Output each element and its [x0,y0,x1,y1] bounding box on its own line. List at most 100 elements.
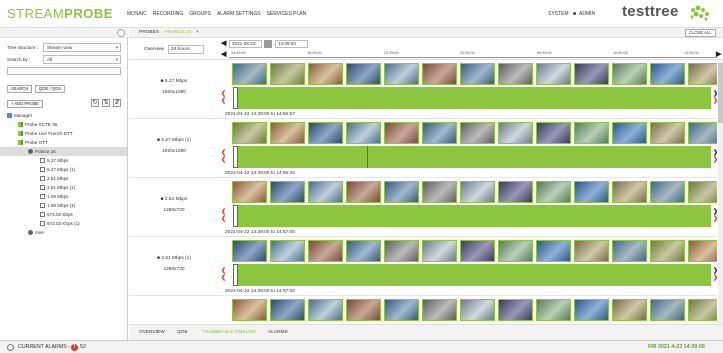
thumbnail[interactable] [498,122,533,144]
thumbnail[interactable] [308,299,343,321]
thumbnail[interactable] [688,63,717,85]
add-probe-button[interactable]: + ADD PROBE [7,100,44,108]
tab-alarms[interactable]: ALARMS [268,330,288,335]
refresh-icon[interactable]: ↻ [91,99,99,107]
tree-item-probe-live-french-dtt[interactable]: Probe Live French DTT [18,129,73,138]
vertical-scrollbar[interactable] [718,61,723,326]
time-input[interactable]: 14:39:00 [275,40,308,48]
thumbnail[interactable] [422,181,457,203]
right-arrow-icon[interactable]: ❯ [713,267,717,274]
thumbnail[interactable] [232,181,267,203]
tab-probes[interactable]: PROBES [139,30,159,35]
thumbnail[interactable] [650,181,685,203]
thumbnail[interactable] [574,122,609,144]
red-right-arrow-icon[interactable]: ❯ [713,97,717,104]
thumbnail[interactable] [346,240,381,262]
tree-item-mire[interactable]: mire [28,228,44,237]
thumbnail[interactable] [270,122,305,144]
tree-item-stream[interactable]: 1.08 Mbps (1) [40,201,75,210]
thumbnail[interactable] [232,299,267,321]
red-right-arrow-icon[interactable]: ❯ [713,215,717,222]
tree-item-stream[interactable]: 2.51 Mbps [40,174,68,183]
thumbnail[interactable] [308,63,343,85]
thumbnail[interactable] [308,122,343,144]
timeline-cursor[interactable] [233,264,238,286]
thumbnail[interactable] [270,240,305,262]
thumbnail[interactable] [308,240,343,262]
search-by-select[interactable]: All ▾ [43,55,121,64]
nav-alarm-settings[interactable]: ALARM SETTINGS [217,11,261,17]
red-left-arrow-icon[interactable]: ❮ [221,149,226,156]
thumbnail[interactable] [232,122,267,144]
thumbnail[interactable] [650,122,685,144]
overview-select[interactable]: 24 hours [168,45,204,54]
tab-overview[interactable]: OVERVIEW [139,330,165,335]
timeline-bar[interactable] [233,146,711,168]
tab-qoe[interactable]: QOE [177,330,188,335]
thumbnail[interactable] [650,240,685,262]
thumbnail[interactable] [536,299,571,321]
close-all-button[interactable]: CLOSE ALL [685,29,716,37]
red-left-arrow-icon[interactable]: ❮ [221,215,226,222]
search-button[interactable]: SEARCH [7,85,33,93]
thumbnail[interactable] [232,63,267,85]
thumbnail[interactable] [384,63,419,85]
timeline-cursor[interactable] [233,205,238,227]
thumbnail[interactable] [498,299,533,321]
calendar-icon[interactable] [264,40,272,48]
date-input[interactable]: 2021-04-23 [229,40,262,48]
thumbnail[interactable] [612,240,647,262]
timeline-cursor[interactable] [233,146,238,168]
thumbnail[interactable] [498,63,533,85]
thumbnail[interactable] [422,63,457,85]
nav-mosaic[interactable]: MOSAIC [127,11,147,17]
nav-groups[interactable]: GROUPS [189,11,211,17]
thumbnail[interactable] [232,240,267,262]
scroll-left-icon[interactable]: ◀ [221,50,226,58]
tree-item-probe-scte35[interactable]: Probe SCTE-35 [18,120,57,129]
tree-item-stream[interactable]: 5.27 Mbps [40,156,68,165]
alarm-marker[interactable] [366,146,368,168]
thumbnail[interactable] [498,181,533,203]
thumbnail[interactable] [688,240,717,262]
thumbnail[interactable] [460,181,495,203]
thumbnail[interactable] [384,299,419,321]
red-left-arrow-icon[interactable]: ❮ [221,90,226,97]
thumbnail[interactable] [346,63,381,85]
thumbnail[interactable] [612,122,647,144]
tree-structure-select[interactable]: Stream view ▾ [43,43,121,52]
tab-france24[interactable]: FRANCE 24 [165,30,191,35]
tree-item-stream[interactable]: 673.02 Kbps [40,210,73,219]
tab-thumbnails-timeline[interactable]: THUMBNAILS TIMELINE [202,330,256,335]
collapse-all-icon[interactable]: ⇵ [113,99,121,107]
thumbnail[interactable] [422,299,457,321]
nav-recording[interactable]: RECORDING [153,11,184,17]
thumbnail[interactable] [612,299,647,321]
thumbnail[interactable] [688,181,717,203]
expand-all-icon[interactable]: ⇅ [102,99,110,107]
thumbnail[interactable] [650,299,685,321]
thumbnail[interactable] [574,181,609,203]
right-arrow-icon[interactable]: ❯ [713,149,717,156]
thumbnail[interactable] [270,299,305,321]
thumbnail[interactable] [308,181,343,203]
timeline-cursor[interactable] [233,87,238,109]
red-left-arrow-icon[interactable]: ❮ [221,267,226,274]
prev-date-icon[interactable]: ◀ [221,39,226,47]
thumbnail[interactable] [536,181,571,203]
red-left-arrow-icon[interactable]: ❮ [221,97,226,104]
thumbnail[interactable] [270,63,305,85]
thumbnail[interactable] [574,240,609,262]
system-menu[interactable]: SYSTEM [548,11,569,17]
close-tab-icon[interactable]: × [196,30,199,35]
red-right-arrow-icon[interactable]: ❯ [713,274,717,281]
tree-item-france24[interactable]: France 24 [0,147,127,156]
thumbnail[interactable] [688,299,717,321]
thumbnail[interactable] [688,122,717,144]
red-left-arrow-icon[interactable]: ❮ [221,274,226,281]
thumbnail[interactable] [574,299,609,321]
right-arrow-icon[interactable]: ❯ [713,90,717,97]
thumbnail[interactable] [384,240,419,262]
thumbnail[interactable] [536,63,571,85]
timeline-bar[interactable] [233,205,711,227]
